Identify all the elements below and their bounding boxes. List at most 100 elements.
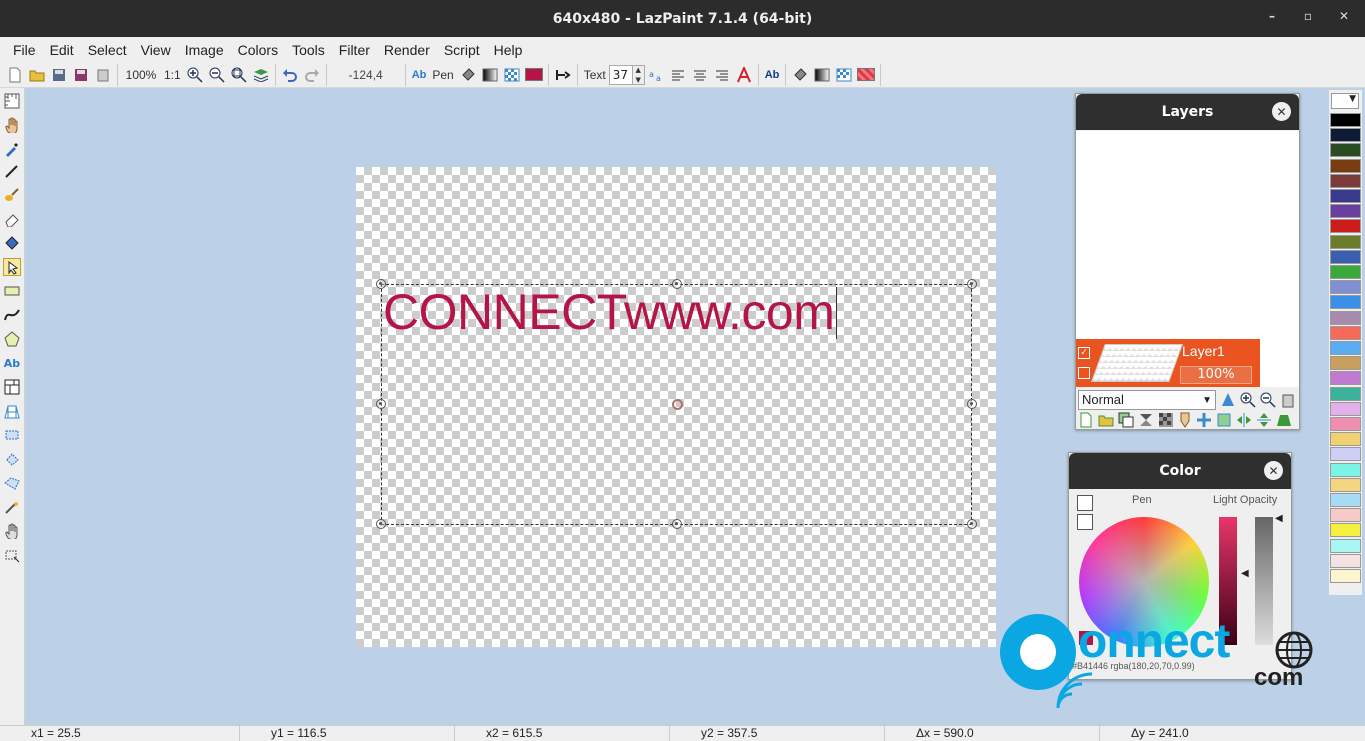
back-gradient-icon[interactable]	[812, 65, 832, 85]
layers-panel-header[interactable]: Layers ✕	[1076, 94, 1299, 130]
back-fill-icon[interactable]	[790, 65, 810, 85]
palette-swatch[interactable]	[1330, 249, 1361, 264]
palette-swatch[interactable]	[1330, 325, 1361, 340]
resize-handle-br[interactable]	[967, 519, 977, 529]
layer-flip-v-icon[interactable]	[1256, 412, 1272, 432]
palette-swatch[interactable]	[1330, 173, 1361, 188]
palette-swatch[interactable]	[1330, 417, 1361, 431]
eraser-icon[interactable]	[3, 210, 21, 228]
menu-select[interactable]: Select	[81, 42, 134, 58]
layer-prop-icon[interactable]	[1221, 392, 1235, 412]
palette-swatch[interactable]	[1330, 265, 1361, 279]
palette-swatch[interactable]	[1330, 538, 1361, 553]
palette-swatch[interactable]	[1330, 113, 1361, 127]
color-panel-header[interactable]: Color ✕	[1069, 453, 1291, 489]
save-icon[interactable]	[49, 65, 69, 85]
select-rect-icon[interactable]	[3, 426, 21, 444]
resize-handle-tr[interactable]	[967, 279, 977, 289]
palette-swatch[interactable]	[1330, 523, 1361, 538]
palette-swatch[interactable]	[1330, 508, 1361, 523]
reset-colors-icon[interactable]	[1077, 514, 1093, 530]
zoom-in-icon[interactable]	[185, 65, 205, 85]
palette-swatch[interactable]	[1330, 447, 1361, 462]
polygon-icon[interactable]	[3, 330, 21, 348]
layer-opacity[interactable]: 100%	[1180, 366, 1252, 384]
select-pen-icon[interactable]	[3, 258, 21, 276]
close-window-button[interactable]: ✕	[1337, 9, 1351, 23]
layer-perspective-icon[interactable]	[1276, 412, 1292, 432]
text-tool-icon[interactable]: Ab	[3, 354, 21, 372]
palette-swatch[interactable]	[1330, 128, 1361, 143]
palette-swatch[interactable]	[1330, 341, 1361, 355]
palette-swatch[interactable]	[1330, 477, 1361, 492]
palette-swatch[interactable]	[1330, 310, 1361, 325]
palette-swatch[interactable]	[1330, 371, 1361, 386]
palette-swatch[interactable]	[1330, 295, 1361, 310]
layer-mask-icon[interactable]	[1178, 412, 1192, 432]
rectangle-icon[interactable]	[3, 282, 21, 300]
swap-colors-icon[interactable]	[1077, 495, 1093, 511]
palette-swatch[interactable]	[1330, 553, 1361, 568]
lightness-pointer-icon[interactable]: ◀	[1241, 568, 1249, 579]
maximize-button[interactable]: ▫	[1301, 9, 1315, 23]
menu-tools[interactable]: Tools	[285, 42, 332, 58]
clipboard-icon[interactable]	[93, 65, 113, 85]
layer-flip-h-icon[interactable]	[1236, 412, 1252, 432]
font-size-input[interactable]: 37	[608, 64, 633, 85]
phong-shape-icon[interactable]	[3, 378, 21, 396]
layer-visible-checkbox[interactable]: ✓	[1078, 347, 1090, 359]
text-mode-ab-icon[interactable]: Ab	[409, 69, 430, 81]
canvas-text[interactable]: CONNECTwww.com	[383, 283, 835, 341]
open-layer-icon[interactable]	[1098, 412, 1114, 432]
deform-grid-icon[interactable]	[3, 402, 21, 420]
layer-grid-icon[interactable]	[1078, 367, 1090, 379]
save-as-icon[interactable]	[71, 65, 91, 85]
palette-swatch[interactable]	[1330, 401, 1361, 416]
zoom-fit-icon[interactable]	[229, 65, 249, 85]
menu-image[interactable]: Image	[178, 42, 231, 58]
font-size-stepper[interactable]: ▲ ▼	[632, 64, 645, 85]
align-right-icon[interactable]	[712, 65, 732, 85]
align-center-icon[interactable]	[690, 65, 710, 85]
palette-menu-icon[interactable]: ▼	[1331, 93, 1359, 109]
palette-swatch[interactable]	[1330, 462, 1361, 477]
blend-mode-select[interactable]: Normal ▼	[1078, 390, 1216, 410]
center-handle[interactable]	[672, 399, 683, 410]
palette-swatch[interactable]	[1330, 280, 1361, 295]
menu-colors[interactable]: Colors	[231, 42, 285, 58]
resize-handle-left[interactable]	[376, 399, 386, 409]
zoom-out-icon[interactable]	[207, 65, 227, 85]
palette-swatch[interactable]	[1330, 158, 1361, 173]
back-texture-icon[interactable]	[834, 65, 854, 85]
layer-zoom-in-icon[interactable]	[1240, 392, 1256, 412]
palette-swatch[interactable]	[1330, 432, 1361, 447]
layer-trash-icon[interactable]	[1281, 392, 1295, 412]
menu-edit[interactable]: Edit	[43, 42, 81, 58]
color-close-icon[interactable]: ✕	[1264, 461, 1283, 480]
pen-color-swatch[interactable]	[524, 65, 544, 85]
resize-handle-bl[interactable]	[376, 519, 386, 529]
open-folder-icon[interactable]	[27, 65, 47, 85]
duplicate-layer-icon[interactable]	[1118, 412, 1134, 432]
undo-icon[interactable]	[280, 65, 300, 85]
menu-render[interactable]: Render	[377, 42, 437, 58]
palette-swatch[interactable]	[1330, 569, 1361, 583]
palette-swatch[interactable]	[1330, 189, 1361, 203]
palette-swatch[interactable]	[1330, 356, 1361, 371]
zoom-one-to-one-button[interactable]: 1:1	[161, 68, 184, 82]
brush-icon[interactable]	[3, 186, 21, 204]
texture-icon[interactable]	[502, 65, 522, 85]
layer-move-icon[interactable]	[1196, 412, 1212, 432]
palette-swatch[interactable]	[1330, 493, 1361, 507]
gradient-icon[interactable]	[480, 65, 500, 85]
menu-view[interactable]: View	[134, 42, 178, 58]
palette-swatch[interactable]	[1330, 143, 1361, 158]
palette-swatch[interactable]	[1330, 204, 1361, 219]
hand-icon[interactable]	[3, 116, 21, 134]
layers-stack-icon[interactable]	[251, 65, 271, 85]
select-poly-icon[interactable]	[3, 474, 21, 492]
palette-swatch[interactable]	[1330, 219, 1361, 234]
back-color-swatch[interactable]	[856, 65, 876, 85]
palette-swatch[interactable]	[1330, 386, 1361, 401]
new-file-icon[interactable]	[5, 65, 25, 85]
